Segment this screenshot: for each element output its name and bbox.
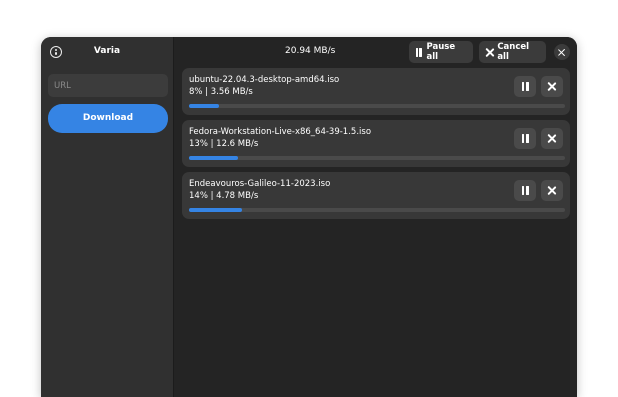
- download-item: ubuntu-22.04.3-desktop-amd64.iso 8% | 3.…: [182, 68, 570, 115]
- window-close-button[interactable]: [554, 44, 570, 60]
- x-icon: [548, 186, 557, 195]
- x-icon: [548, 134, 557, 143]
- download-item: Endeavouros-Galileo-11-2023.iso 14% | 4.…: [182, 172, 570, 219]
- progress-bar: [189, 156, 565, 160]
- cancel-all-button[interactable]: Cancel all: [479, 41, 546, 63]
- total-speed: 20.94 MB/s: [285, 46, 336, 56]
- sidebar: Varia Download: [41, 37, 174, 397]
- pause-all-label: Pause all: [426, 42, 456, 62]
- progress-fill: [189, 208, 242, 212]
- pause-icon: [521, 82, 529, 91]
- progress-bar: [189, 208, 565, 212]
- download-button[interactable]: Download: [48, 104, 168, 133]
- url-input[interactable]: [48, 74, 168, 97]
- main-header: 20.94 MB/s Pause all Cancel all: [175, 37, 577, 68]
- pause-download-button[interactable]: [514, 128, 536, 149]
- progress-bar: [189, 104, 565, 108]
- download-item: Fedora-Workstation-Live-x86_64-39-1.5.is…: [182, 120, 570, 167]
- cancel-all-label: Cancel all: [497, 42, 530, 62]
- pause-icon: [521, 134, 529, 143]
- progress-fill: [189, 104, 220, 108]
- download-list: ubuntu-22.04.3-desktop-amd64.iso 8% | 3.…: [182, 68, 570, 224]
- download-name: Endeavouros-Galileo-11-2023.iso: [189, 179, 331, 189]
- app-window: Varia Download 20.94 MB/s Pause all Canc…: [41, 37, 577, 397]
- pause-icon: [521, 186, 529, 195]
- download-name: Fedora-Workstation-Live-x86_64-39-1.5.is…: [189, 127, 372, 137]
- download-status: 8% | 3.56 MB/s: [189, 87, 253, 97]
- cancel-download-button[interactable]: [541, 128, 563, 149]
- cancel-download-button[interactable]: [541, 76, 563, 97]
- pause-icon: [415, 47, 423, 57]
- app-title: Varia: [93, 46, 121, 56]
- pause-download-button[interactable]: [514, 180, 536, 201]
- close-icon: [558, 48, 566, 56]
- download-status: 14% | 4.78 MB/s: [189, 191, 259, 201]
- download-name: ubuntu-22.04.3-desktop-amd64.iso: [189, 75, 340, 85]
- cancel-download-button[interactable]: [541, 180, 563, 201]
- main-area: 20.94 MB/s Pause all Cancel all ubuntu-2…: [175, 37, 577, 397]
- sidebar-header: Varia: [41, 37, 173, 68]
- download-status: 13% | 12.6 MB/s: [189, 139, 259, 149]
- pause-all-button[interactable]: Pause all: [409, 41, 473, 63]
- pause-download-button[interactable]: [514, 76, 536, 97]
- x-icon: [548, 82, 557, 91]
- progress-fill: [189, 156, 238, 160]
- x-icon: [485, 48, 493, 57]
